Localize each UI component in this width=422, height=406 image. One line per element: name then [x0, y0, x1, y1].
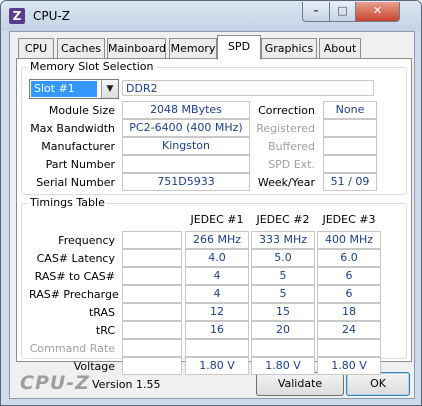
timing-cell-jedec-1: 4: [185, 285, 249, 303]
timing-cell-jedec-3: 400 MHz: [317, 231, 381, 249]
correction-label: Correction: [258, 104, 315, 117]
window-title: CPU-Z: [33, 9, 70, 23]
timing-cell-jedec-3: [317, 339, 381, 357]
part-number-label: Part Number: [45, 158, 115, 171]
column-header-jedec-3: JEDEC #3: [322, 213, 376, 226]
week-year-label: Week/Year: [257, 176, 315, 189]
spd-ext-value: [323, 155, 377, 173]
week-year-value: 51 / 09: [323, 173, 377, 191]
cpu-z-app-icon: [9, 8, 25, 24]
timing-spare-cell: [122, 339, 182, 357]
tab-graphics[interactable]: Graphics: [261, 38, 317, 59]
timings-legend: Timings Table: [28, 196, 107, 209]
tab-cpu[interactable]: CPU: [18, 38, 54, 59]
timing-row-label: Voltage: [73, 360, 115, 373]
max-bandwidth-value: PC2-6400 (400 MHz): [122, 119, 250, 137]
minimize-button[interactable]: –: [302, 2, 330, 22]
module-size-label: Module Size: [48, 104, 115, 117]
tab-about[interactable]: About: [319, 38, 361, 59]
memory-slot-legend: Memory Slot Selection: [28, 60, 156, 73]
close-button[interactable]: ✕: [355, 2, 400, 22]
timing-cell-jedec-1: [185, 339, 249, 357]
timing-cell-jedec-1: 16: [185, 321, 249, 339]
timing-spare-cell: [122, 303, 182, 321]
max-bandwidth-label: Max Bandwidth: [30, 122, 115, 135]
timing-cell-jedec-3: 1.80 V: [317, 357, 381, 375]
cpu-z-logo: CPU-Z: [20, 372, 90, 394]
timing-row-label: CAS# Latency: [36, 252, 115, 265]
timing-row-label: RAS# Precharge: [29, 288, 119, 301]
timing-row-label: Frequency: [58, 234, 115, 247]
timing-cell-jedec-2: [251, 339, 315, 357]
timing-spare-cell: [122, 285, 182, 303]
title-bar[interactable]: CPU-Z – □ ✕: [1, 1, 421, 31]
timing-spare-cell: [122, 321, 182, 339]
ok-button[interactable]: OK: [346, 372, 410, 396]
timing-cell-jedec-3: 6.0: [317, 249, 381, 267]
timing-cell-jedec-2: 5: [251, 267, 315, 285]
timing-cell-jedec-1: 12: [185, 303, 249, 321]
buffered-value: [323, 137, 377, 155]
timing-cell-jedec-3: 6: [317, 267, 381, 285]
tab-spd[interactable]: SPD: [217, 35, 261, 60]
manufacturer-value: Kingston: [122, 137, 250, 155]
column-header-jedec-2: JEDEC #2: [256, 213, 310, 226]
serial-number-value: 751D5933: [122, 173, 250, 191]
timing-cell-jedec-2: 1.80 V: [251, 357, 315, 375]
timing-cell-jedec-1: 4.0: [185, 249, 249, 267]
timing-cell-jedec-2: 333 MHz: [251, 231, 315, 249]
tab-memory[interactable]: Memory: [169, 38, 217, 59]
memory-type-value: DDR2: [122, 80, 374, 96]
timing-cell-jedec-1: 4: [185, 267, 249, 285]
cpuz-window: CPU-Z – □ ✕ CPU Caches Mainboard Memory …: [0, 0, 422, 406]
registered-value: [323, 119, 377, 137]
timing-cell-jedec-3: 24: [317, 321, 381, 339]
timing-row-label: Command Rate: [29, 342, 115, 355]
spd-panel: Memory Slot Selection Slot #1 ▼ DDR2 Mod…: [16, 58, 412, 375]
column-header-jedec-1: JEDEC #1: [190, 213, 244, 226]
timing-spare-cell: [122, 249, 182, 267]
timing-cell-jedec-3: 6: [317, 285, 381, 303]
registered-label: Registered: [256, 122, 315, 135]
timing-spare-cell: [122, 357, 182, 375]
timing-cell-jedec-2: 20: [251, 321, 315, 339]
slot-dropdown[interactable]: Slot #1 ▼: [29, 79, 119, 99]
correction-value: None: [323, 101, 377, 119]
timing-row-label: tRC: [95, 324, 115, 337]
version-text: Version 1.55: [92, 378, 161, 391]
timing-cell-jedec-1: 266 MHz: [185, 231, 249, 249]
close-icon: ✕: [372, 4, 383, 17]
timing-cell-jedec-3: 18: [317, 303, 381, 321]
timing-row-label: tRAS: [88, 306, 115, 319]
chevron-down-icon: ▼: [106, 84, 114, 94]
buffered-label: Buffered: [268, 140, 315, 153]
maximize-icon: □: [337, 4, 348, 17]
timing-row-label: RAS# to CAS#: [34, 270, 115, 283]
serial-number-label: Serial Number: [36, 176, 115, 189]
tab-caches[interactable]: Caches: [57, 38, 105, 59]
timing-cell-jedec-2: 15: [251, 303, 315, 321]
slot-selected-value: Slot #1: [31, 81, 97, 97]
timing-spare-cell: [122, 231, 182, 249]
validate-button[interactable]: Validate: [256, 372, 344, 396]
tab-mainboard[interactable]: Mainboard: [107, 38, 166, 59]
maximize-button[interactable]: □: [329, 2, 356, 22]
timing-spare-cell: [122, 267, 182, 285]
module-size-value: 2048 MBytes: [122, 101, 250, 119]
spd-ext-label: SPD Ext.: [268, 158, 315, 171]
timing-cell-jedec-2: 5.0: [251, 249, 315, 267]
part-number-value: [122, 155, 250, 173]
minimize-icon: –: [313, 4, 319, 17]
manufacturer-label: Manufacturer: [41, 140, 115, 153]
timing-cell-jedec-2: 5: [251, 285, 315, 303]
timing-cell-jedec-1: 1.80 V: [185, 357, 249, 375]
dropdown-button[interactable]: ▼: [101, 80, 118, 98]
client-area: CPU Caches Mainboard Memory SPD Graphics…: [9, 31, 415, 399]
